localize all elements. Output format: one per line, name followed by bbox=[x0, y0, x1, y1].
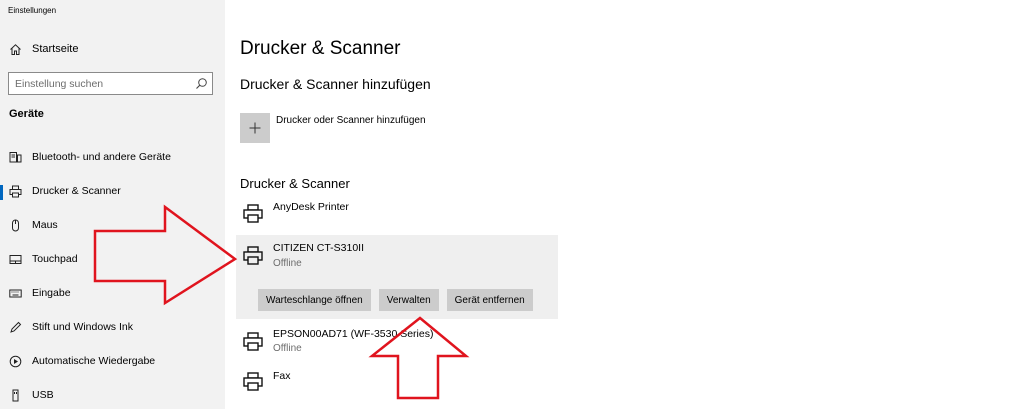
sidebar-item-touchpad[interactable]: Touchpad bbox=[0, 245, 225, 275]
printer-item-selected[interactable]: CITIZEN CT-S310II Offline Warteschlange … bbox=[236, 235, 558, 319]
sidebar-item-label: Drucker & Scanner bbox=[32, 185, 121, 197]
home-icon bbox=[10, 44, 21, 55]
sidebar-item-label: Eingabe bbox=[32, 287, 71, 299]
sidebar-item-autoplay[interactable]: Automatische Wiedergabe bbox=[0, 347, 225, 377]
printer-name: EPSON00AD71 (WF-3530 Series) bbox=[273, 328, 434, 340]
printer-name: AnyDesk Printer bbox=[273, 201, 349, 213]
sidebar-item-label: Automatische Wiedergabe bbox=[32, 355, 156, 367]
keyboard-icon bbox=[9, 289, 22, 298]
sidebar-item-input[interactable]: Eingabe bbox=[0, 279, 225, 309]
sidebar-item-bluetooth[interactable]: Bluetooth- und andere Geräte bbox=[0, 143, 225, 173]
search-field bbox=[8, 72, 213, 95]
printer-icon bbox=[243, 332, 263, 351]
mouse-icon bbox=[12, 219, 19, 232]
remove-device-button[interactable]: Gerät entfernen bbox=[446, 289, 533, 311]
printer-item[interactable]: Fax bbox=[236, 366, 558, 400]
sidebar-item-label: Maus bbox=[32, 219, 58, 231]
sidebar-item-pen[interactable]: Stift und Windows Ink bbox=[0, 313, 225, 343]
section-title: Geräte bbox=[9, 108, 44, 120]
printer-actions: Warteschlange öffnen Verwalten Gerät ent… bbox=[258, 289, 533, 311]
plus-icon bbox=[249, 122, 261, 134]
sidebar-item-mouse[interactable]: Maus bbox=[0, 211, 225, 241]
usb-icon bbox=[12, 389, 19, 402]
printer-icon bbox=[243, 204, 263, 223]
printer-name: CITIZEN CT-S310II bbox=[273, 242, 365, 254]
printer-item[interactable]: AnyDesk Printer bbox=[236, 197, 558, 231]
sidebar-item-label: Bluetooth- und andere Geräte bbox=[32, 151, 171, 163]
search-icon[interactable] bbox=[195, 77, 208, 90]
printer-status: Offline bbox=[273, 343, 302, 354]
sidebar-item-label: Startseite bbox=[32, 43, 79, 55]
printer-list-title: Drucker & Scanner bbox=[240, 176, 350, 191]
sidebar-item-printers-scanners[interactable]: Drucker & Scanner bbox=[0, 177, 225, 207]
printer-name: Fax bbox=[273, 370, 291, 382]
add-printer-label[interactable]: Drucker oder Scanner hinzufügen bbox=[276, 115, 426, 126]
open-queue-button[interactable]: Warteschlange öffnen bbox=[258, 289, 371, 311]
bluetooth-devices-icon bbox=[9, 152, 22, 163]
sidebar-item-usb[interactable]: USB bbox=[0, 381, 225, 409]
sidebar-item-label: Touchpad bbox=[32, 253, 78, 265]
autoplay-icon bbox=[9, 355, 22, 368]
printer-status: Offline bbox=[273, 258, 302, 269]
printer-icon bbox=[243, 246, 263, 265]
printer-icon bbox=[9, 185, 22, 198]
search-input[interactable] bbox=[9, 73, 189, 94]
printer-icon bbox=[243, 372, 263, 391]
sidebar-item-home[interactable]: Startseite bbox=[0, 38, 225, 62]
sidebar: Einstellungen Startseite Geräte Bluetoot… bbox=[0, 0, 225, 409]
manage-button[interactable]: Verwalten bbox=[378, 289, 439, 311]
pen-icon bbox=[10, 321, 22, 333]
sidebar-item-label: USB bbox=[32, 389, 54, 401]
app-title: Einstellungen bbox=[8, 6, 57, 15]
printer-item[interactable]: EPSON00AD71 (WF-3530 Series) Offline bbox=[236, 324, 558, 364]
add-printer-button[interactable] bbox=[240, 113, 270, 143]
touchpad-icon bbox=[9, 255, 22, 264]
sidebar-item-label: Stift und Windows Ink bbox=[32, 321, 133, 333]
add-section-title: Drucker & Scanner hinzufügen bbox=[240, 76, 431, 92]
page-title: Drucker & Scanner bbox=[240, 38, 401, 59]
